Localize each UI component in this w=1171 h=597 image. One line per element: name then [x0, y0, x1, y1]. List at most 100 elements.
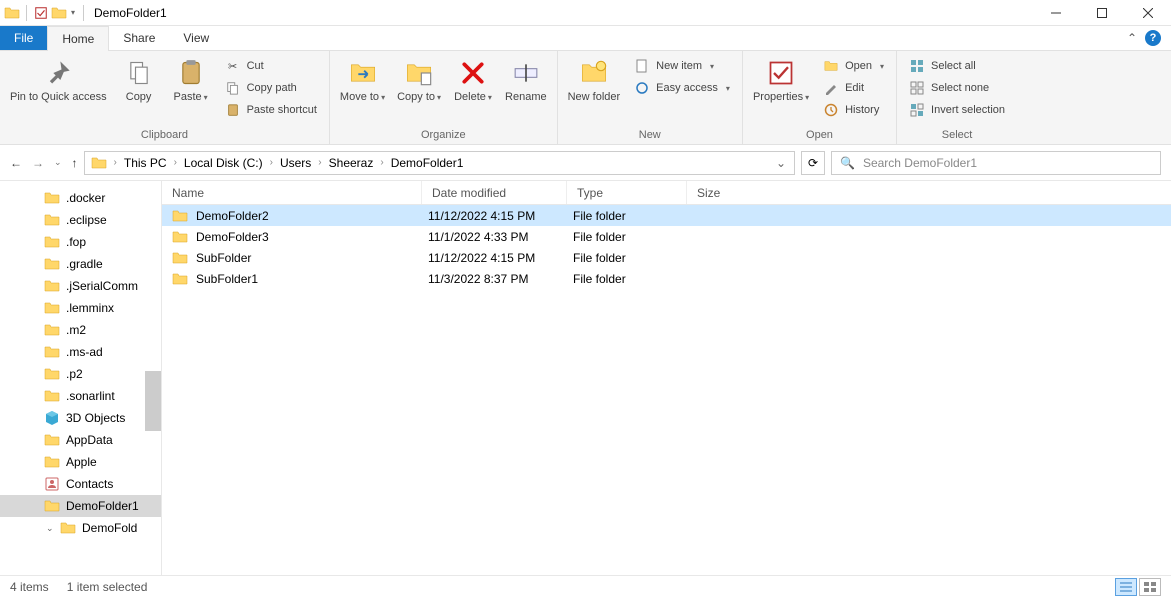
- column-header-date[interactable]: Date modified: [422, 181, 567, 204]
- column-header-name[interactable]: Name: [162, 181, 422, 204]
- tree-item[interactable]: .sonarlint: [0, 385, 161, 407]
- new-item-icon: [634, 58, 650, 74]
- new-item-button[interactable]: New item▾: [628, 55, 736, 77]
- history-button[interactable]: History: [817, 99, 890, 121]
- tab-view[interactable]: View: [169, 26, 223, 50]
- tree-item[interactable]: ⌄DemoFold: [0, 517, 161, 539]
- chevron-right-icon[interactable]: ›: [315, 157, 324, 168]
- tree-item[interactable]: .jSerialComm: [0, 275, 161, 297]
- cut-button[interactable]: ✂Cut: [219, 55, 323, 77]
- delete-button[interactable]: Delete▾: [449, 55, 497, 106]
- paste-button[interactable]: Paste▾: [167, 55, 215, 106]
- copy-to-button[interactable]: Copy to▾: [393, 55, 445, 106]
- navigation-tree: .docker .eclipse.fop.gradle.jSerialComm.l…: [0, 181, 162, 575]
- tree-item[interactable]: .gradle: [0, 253, 161, 275]
- close-button[interactable]: [1125, 0, 1171, 26]
- history-icon: [823, 102, 839, 118]
- tab-home[interactable]: Home: [47, 26, 109, 51]
- tree-item[interactable]: .fop: [0, 231, 161, 253]
- folder-qat-icon[interactable]: [51, 5, 67, 21]
- new-folder-button[interactable]: New folder: [564, 55, 625, 106]
- tree-item[interactable]: .lemminx: [0, 297, 161, 319]
- tree-item-label: AppData: [66, 433, 113, 447]
- tree-item[interactable]: .eclipse: [0, 209, 161, 231]
- details-view-button[interactable]: [1115, 578, 1137, 596]
- select-all-button[interactable]: Select all: [903, 55, 1011, 77]
- ribbon-group-new: New folder New item▾ Easy access▾ New: [558, 51, 743, 144]
- copy-path-icon: [225, 80, 241, 96]
- collapse-ribbon-icon[interactable]: ⌃: [1127, 31, 1137, 45]
- tree-item[interactable]: AppData: [0, 429, 161, 451]
- breadcrumb-item[interactable]: This PC: [120, 156, 171, 170]
- file-row[interactable]: DemoFolder311/1/2022 4:33 PMFile folder: [162, 226, 1171, 247]
- folder-icon: [44, 278, 60, 294]
- tree-item[interactable]: Contacts: [0, 473, 161, 495]
- maximize-button[interactable]: [1079, 0, 1125, 26]
- tree-item[interactable]: .ms-ad: [0, 341, 161, 363]
- file-row[interactable]: SubFolder11/12/2022 4:15 PMFile folder: [162, 247, 1171, 268]
- folder-icon: [172, 208, 188, 224]
- folder-icon: [44, 212, 60, 228]
- move-to-button[interactable]: Move to▾: [336, 55, 389, 106]
- up-button[interactable]: ↑: [72, 156, 78, 170]
- breadcrumb-item[interactable]: Local Disk (C:): [180, 156, 267, 170]
- file-list: DemoFolder211/12/2022 4:15 PMFile folder…: [162, 205, 1171, 575]
- tree-item[interactable]: .m2: [0, 319, 161, 341]
- recent-locations-button[interactable]: ⌄: [54, 157, 62, 168]
- properties-button[interactable]: Properties▾: [749, 55, 813, 106]
- chevron-right-icon[interactable]: ›: [267, 157, 276, 168]
- expand-icon[interactable]: ⌄: [46, 523, 54, 534]
- open-button[interactable]: Open▾: [817, 55, 890, 77]
- invert-selection-button[interactable]: Invert selection: [903, 99, 1011, 121]
- scissors-icon: ✂: [225, 58, 241, 74]
- file-date: 11/1/2022 4:33 PM: [428, 230, 573, 244]
- tree-item-label: DemoFolder1: [66, 499, 139, 513]
- breadcrumb-item[interactable]: DemoFolder1: [387, 156, 468, 170]
- breadcrumb-item[interactable]: Sheeraz: [325, 156, 378, 170]
- copy-button[interactable]: Copy: [115, 55, 163, 106]
- tree-item[interactable]: Apple: [0, 451, 161, 473]
- minimize-button[interactable]: [1033, 0, 1079, 26]
- tree-item[interactable]: 3D Objects: [0, 407, 161, 429]
- tree-item-label: .docker: [66, 191, 105, 205]
- ribbon-group-open: Properties▾ Open▾ Edit History Open: [743, 51, 897, 144]
- tab-share[interactable]: Share: [109, 26, 169, 50]
- search-icon: 🔍: [840, 156, 855, 170]
- copy-path-button[interactable]: Copy path: [219, 77, 323, 99]
- file-name: DemoFolder3: [196, 230, 428, 244]
- file-row[interactable]: DemoFolder211/12/2022 4:15 PMFile folder: [162, 205, 1171, 226]
- ribbon-group-organize: Move to▾ Copy to▾ Delete▾ Rename Organiz…: [330, 51, 558, 144]
- select-none-button[interactable]: Select none: [903, 77, 1011, 99]
- file-row[interactable]: SubFolder111/3/2022 8:37 PMFile folder: [162, 268, 1171, 289]
- folder-icon: [44, 498, 60, 514]
- back-button[interactable]: ←: [10, 156, 22, 170]
- forward-button[interactable]: →: [32, 156, 44, 170]
- file-date: 11/3/2022 8:37 PM: [428, 272, 573, 286]
- chevron-right-icon[interactable]: ›: [171, 157, 180, 168]
- search-input[interactable]: 🔍 Search DemoFolder1: [831, 151, 1161, 175]
- tree-item[interactable]: DemoFolder1: [0, 495, 161, 517]
- scrollbar-thumb[interactable]: [145, 371, 161, 431]
- edit-button[interactable]: Edit: [817, 77, 890, 99]
- chevron-right-icon[interactable]: ›: [377, 157, 386, 168]
- address-dropdown-icon[interactable]: ⌄: [770, 156, 792, 170]
- chevron-right-icon[interactable]: ›: [111, 157, 120, 168]
- tree-item[interactable]: .docker: [0, 187, 161, 209]
- properties-qat-icon[interactable]: [33, 5, 49, 21]
- paste-shortcut-button[interactable]: Paste shortcut: [219, 99, 323, 121]
- tab-file[interactable]: File: [0, 26, 47, 50]
- easy-access-button[interactable]: Easy access▾: [628, 77, 736, 99]
- breadcrumb-item[interactable]: Users: [276, 156, 315, 170]
- qat-dropdown-icon[interactable]: ▾: [69, 8, 77, 17]
- help-icon[interactable]: ?: [1145, 30, 1161, 46]
- column-headers: Name Date modified Type Size: [162, 181, 1171, 205]
- tree-item[interactable]: .p2: [0, 363, 161, 385]
- pin-quick-access-button[interactable]: Pin to Quick access: [6, 55, 111, 106]
- quick-access-toolbar: ▾: [4, 5, 88, 21]
- address-bar[interactable]: › This PC › Local Disk (C:) › Users › Sh…: [84, 151, 795, 175]
- refresh-button[interactable]: ⟳: [801, 151, 825, 175]
- large-icons-view-button[interactable]: [1139, 578, 1161, 596]
- column-header-size[interactable]: Size: [687, 181, 767, 204]
- column-header-type[interactable]: Type: [567, 181, 687, 204]
- rename-button[interactable]: Rename: [501, 55, 551, 106]
